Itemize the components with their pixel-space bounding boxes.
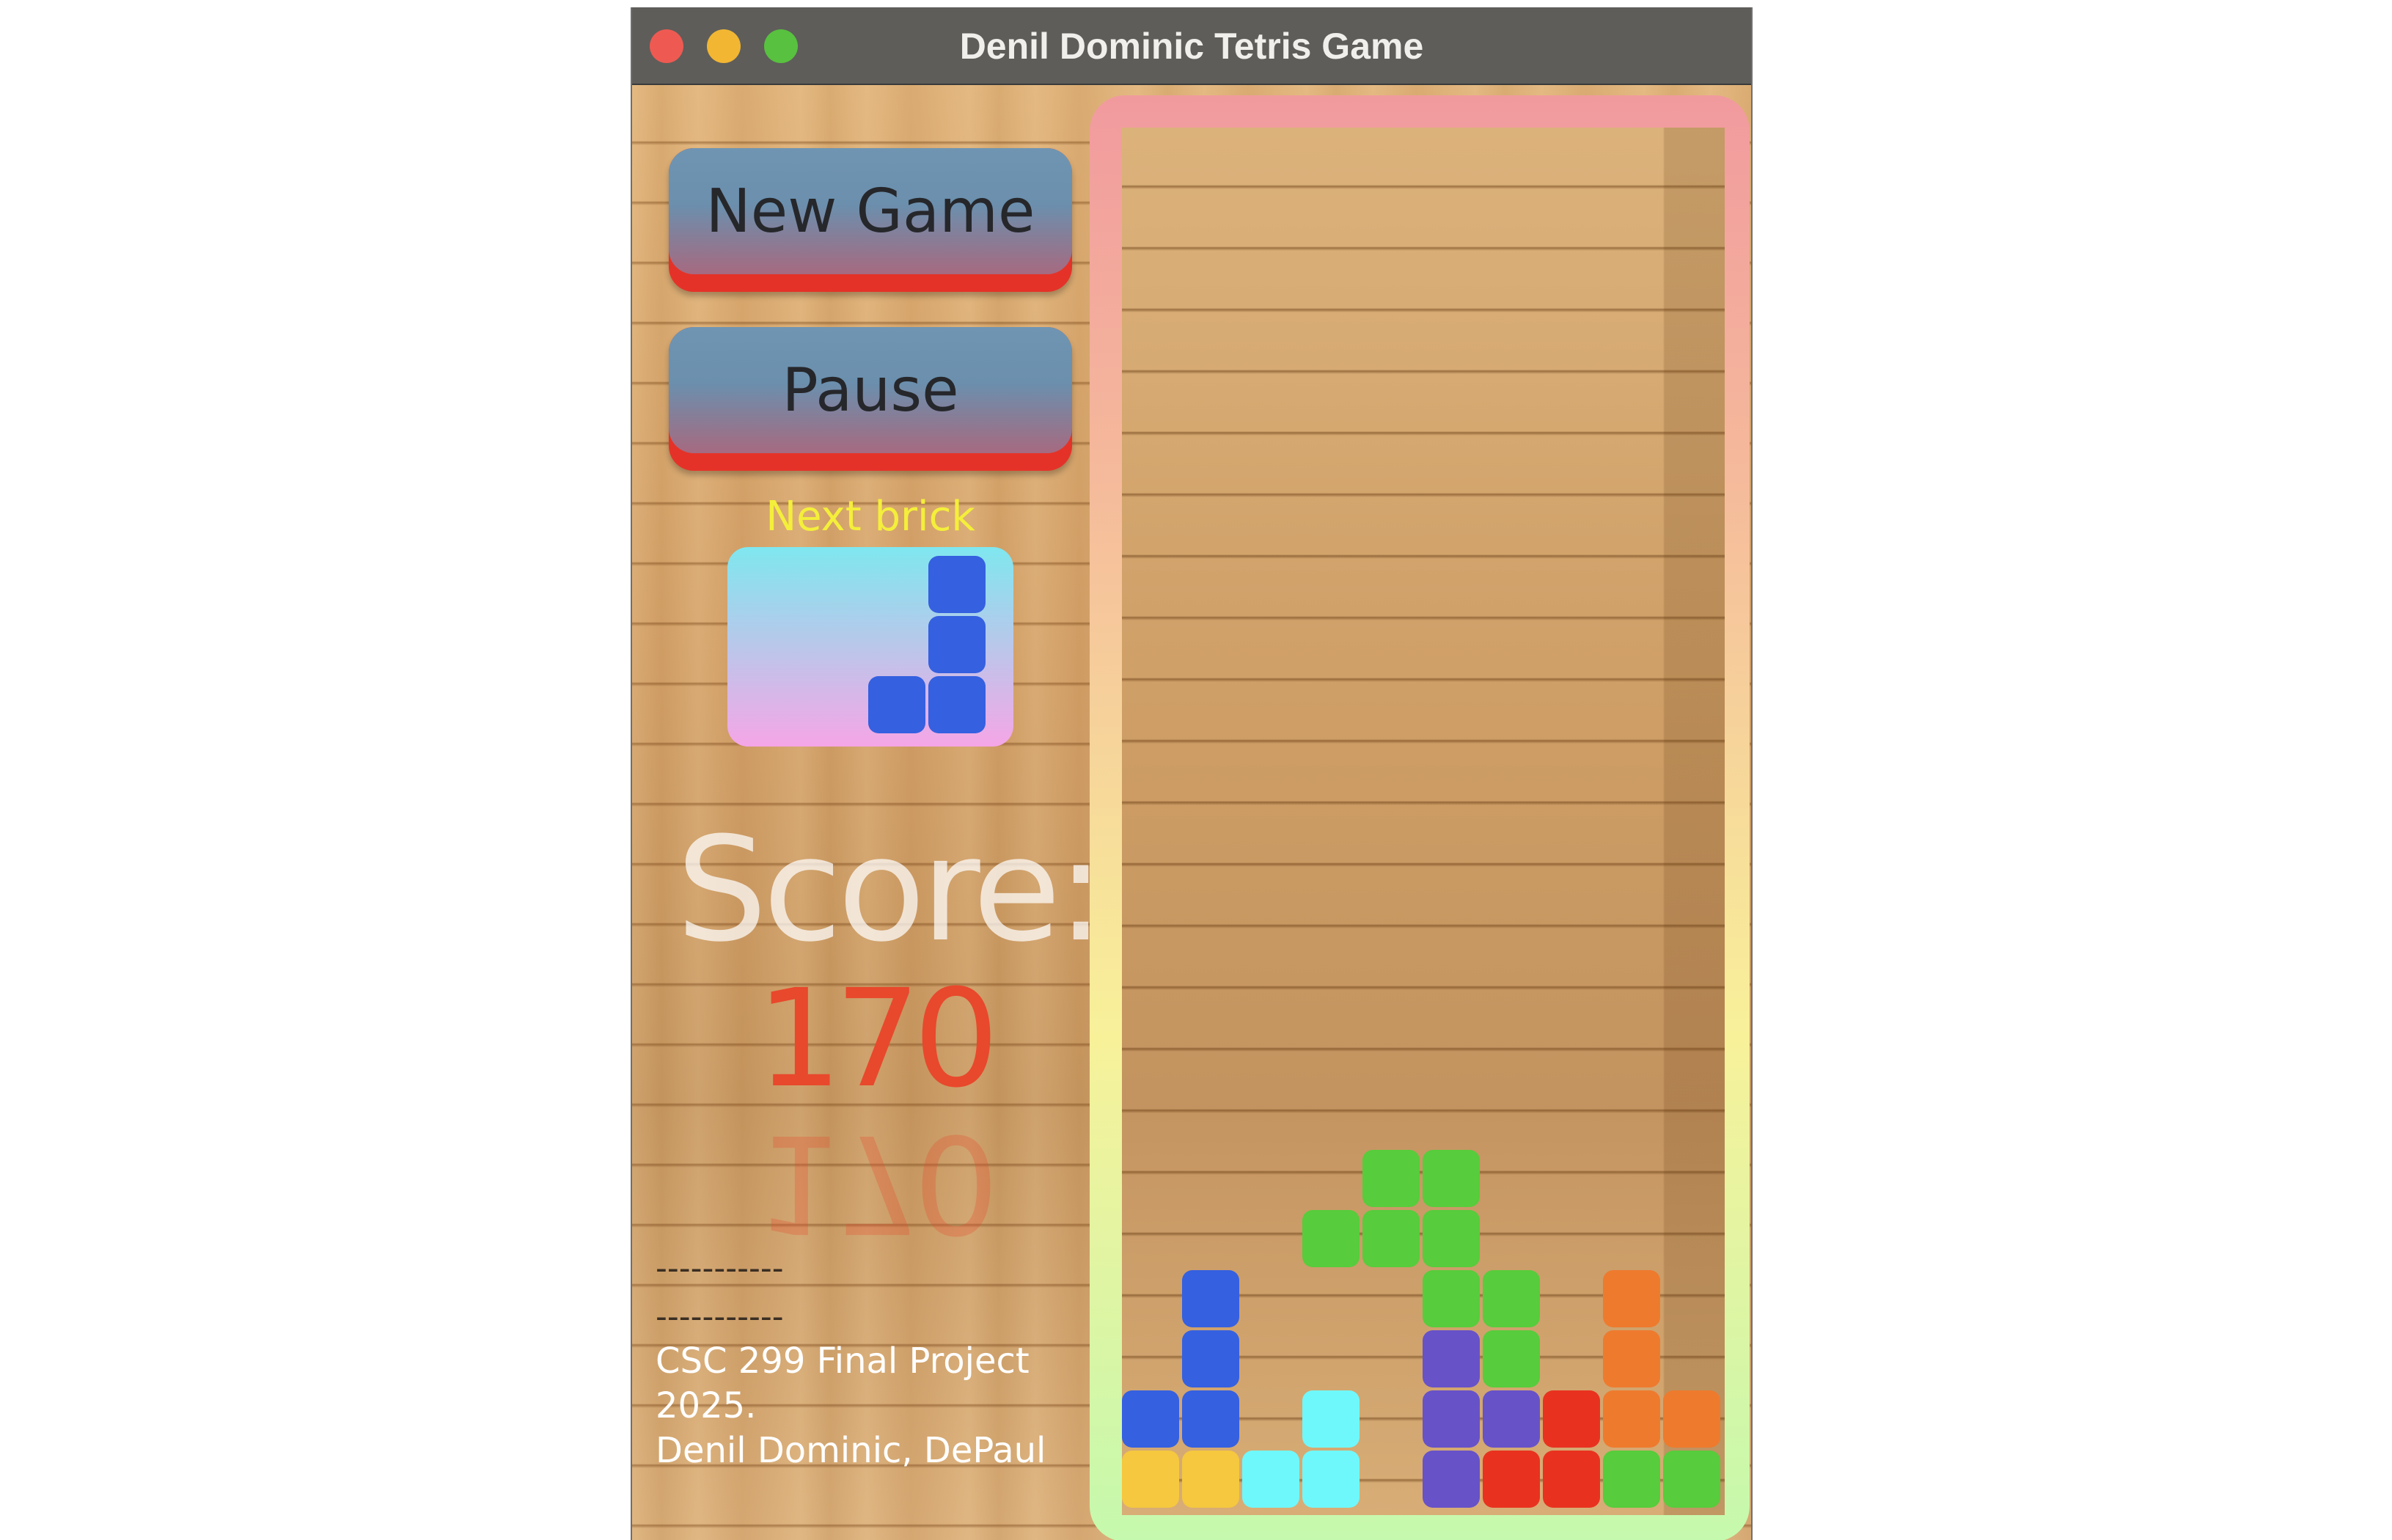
board-cell-blue: [1182, 1270, 1239, 1327]
divider-dashes-2: -----------: [656, 1298, 784, 1335]
board-cell-cyan: [1302, 1451, 1360, 1508]
new-game-label: New Game: [669, 148, 1072, 274]
new-game-button[interactable]: New Game: [669, 148, 1072, 292]
board-cell-orange: [1603, 1270, 1660, 1327]
board-cell-purple: [1423, 1451, 1480, 1508]
board-cell-green: [1423, 1270, 1480, 1327]
next-brick-cell: [868, 676, 925, 733]
board-cell-purple: [1483, 1390, 1540, 1448]
board-cell-blue: [1182, 1330, 1239, 1387]
score-reflection: 170: [756, 1104, 992, 1261]
board-cell-green: [1423, 1150, 1480, 1207]
game-board[interactable]: [1122, 128, 1725, 1515]
pause-button[interactable]: Pause: [669, 327, 1072, 471]
board-cell-green: [1483, 1270, 1540, 1327]
credits-line-2: 2025.: [656, 1385, 757, 1426]
divider-dashes-1: -----------: [656, 1250, 784, 1287]
credits-line-3: Denil Dominic, DePaul: [656, 1430, 1046, 1471]
board-cell-green: [1483, 1330, 1540, 1387]
board-cell-green: [1302, 1210, 1360, 1267]
board-cell-orange: [1603, 1390, 1660, 1448]
board-cell-green: [1362, 1150, 1420, 1207]
board-cell-red: [1543, 1451, 1600, 1508]
board-cell-green: [1663, 1451, 1720, 1508]
next-brick-preview: [727, 547, 1013, 747]
credits: CSC 299 Final Project 2025. Denil Domini…: [656, 1339, 1066, 1473]
next-brick-label: Next brick: [766, 493, 975, 540]
board-cell-red: [1483, 1451, 1540, 1508]
board-cell-red: [1543, 1390, 1600, 1448]
board-cell-cyan: [1242, 1451, 1299, 1508]
board-cell-purple: [1423, 1390, 1480, 1448]
board-cell-yellow: [1122, 1451, 1179, 1508]
pause-label: Pause: [669, 327, 1072, 453]
board-cell-cyan: [1302, 1390, 1360, 1448]
score-label: Score:: [676, 807, 1105, 974]
board-cell-blue: [1122, 1390, 1179, 1448]
window-title: Denil Dominic Tetris Game: [959, 26, 1424, 67]
next-brick-cell: [928, 616, 986, 673]
title-bar: Denil Dominic Tetris Game: [632, 7, 1751, 85]
score-value: 170: [756, 961, 999, 1118]
next-brick-cell: [928, 556, 986, 613]
board-cell-orange: [1603, 1330, 1660, 1387]
game-window: Denil Dominic Tetris Game New Game Pause…: [631, 7, 1753, 1540]
board-cell-green: [1423, 1210, 1480, 1267]
board-cell-green: [1603, 1451, 1660, 1508]
next-brick-cell: [928, 676, 986, 733]
board-cell-blue: [1182, 1390, 1239, 1448]
board-cell-orange: [1663, 1390, 1720, 1448]
board-cell-yellow: [1182, 1451, 1239, 1508]
board-cell-green: [1362, 1210, 1420, 1267]
board-cell-purple: [1423, 1330, 1480, 1387]
credits-line-1: CSC 299 Final Project: [656, 1341, 1030, 1382]
